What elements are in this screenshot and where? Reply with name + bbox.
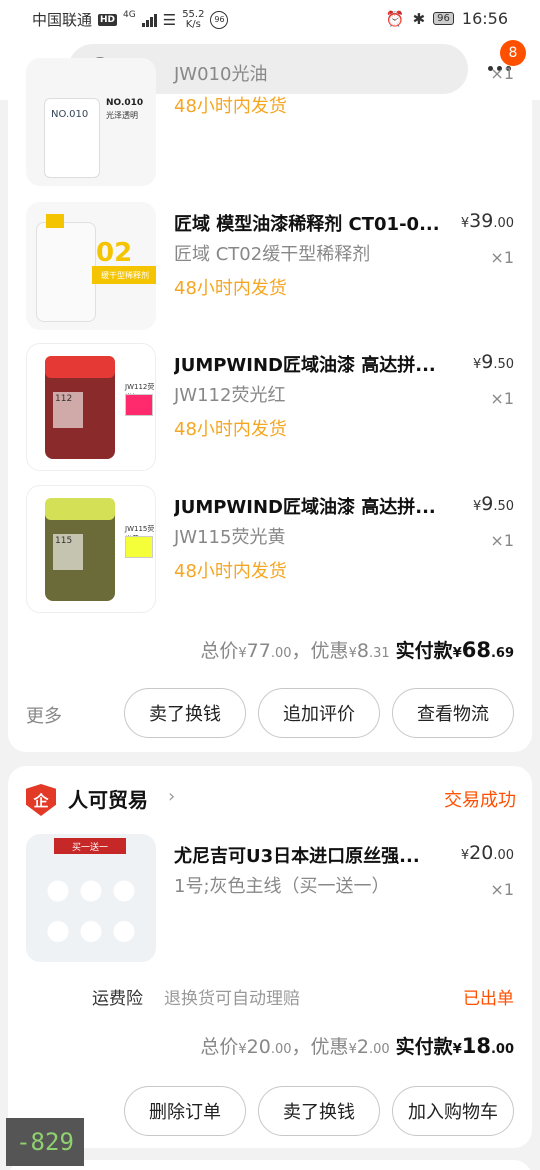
status-bar: 中国联通 HD 4G ☰ 55.2 K/s 96 ⏰ ✱ 96 16:56 [0, 0, 540, 38]
item-price: ¥9.50 [472, 351, 514, 373]
bluetooth-icon: ✱ [412, 9, 426, 28]
order-card-partial [8, 1160, 532, 1170]
clock: 16:56 [461, 9, 508, 28]
item-qty: ×1 [490, 389, 514, 408]
thumb-label: 买一送一 [54, 838, 126, 854]
paint-jar: 115 [45, 498, 115, 601]
claim-tag: 退换货可自动理赔 [164, 989, 300, 1009]
thumb-sub: 光泽透明 [106, 111, 138, 120]
wifi-icon: ☰ [162, 10, 177, 29]
jar-shape: NO.010 [44, 98, 100, 178]
ship-notice: 48小时内发货 [174, 278, 287, 299]
paid-amount: 实付款¥18.00 [395, 1034, 514, 1058]
paid-amount: 实付款¥68.69 [395, 638, 514, 662]
item-title: JUMPWIND匠域油漆 高达拼... [174, 355, 436, 376]
order-item[interactable]: NO.010 NO.010 光泽透明 JW010光油 48小时内发货 ×1 [8, 58, 532, 188]
more-link[interactable]: 更多 [26, 702, 62, 728]
item-title: 匠域 模型油漆稀释剂 CT01-0... [174, 214, 440, 235]
add-review-button[interactable]: 追加评价 [258, 688, 380, 738]
net-speed: 55.2 K/s [182, 8, 205, 30]
item-price: ¥20.00 [460, 842, 514, 864]
shop-header[interactable]: 企 人可贸易 › 交易成功 [26, 784, 516, 816]
order-status: 交易成功 [444, 790, 516, 811]
network-type: 4G [123, 9, 136, 20]
order-item[interactable]: 02 缓干型稀释剂 匠域 模型油漆稀释剂 CT01-0... ¥39.00 匠域… [8, 202, 532, 332]
sell-button[interactable]: 卖了换钱 [258, 1086, 380, 1136]
notification-count-icon: 96 [210, 10, 229, 29]
signal-icon [141, 13, 157, 27]
ship-notice: 48小时内发货 [174, 419, 287, 440]
ship-notice: 48小时内发货 [174, 96, 287, 117]
shop-logo-icon: 企 [26, 784, 56, 816]
product-thumbnail: 02 缓干型稀释剂 [26, 202, 156, 330]
view-logistics-button[interactable]: 查看物流 [392, 688, 514, 738]
item-qty: ×1 [490, 64, 514, 83]
item-spec: JW010光油 [174, 64, 268, 85]
item-qty: ×1 [490, 531, 514, 550]
delete-order-button[interactable]: 删除订单 [124, 1086, 246, 1136]
order-item[interactable]: 买一送一 尤尼吉可U3日本进口原丝强... ¥20.00 1号;灰色主线（买一送… [8, 834, 532, 964]
shipping-insurance-tag: 运费险 [92, 989, 143, 1009]
thumb-label: NO.010 [106, 98, 144, 108]
chevron-right-icon: › [168, 786, 176, 807]
order-totals: 总价¥20.00，优惠¥2.00 实付款¥18.00 [200, 1034, 514, 1058]
order-totals: 总价¥77.00，优惠¥8.31 实付款¥68.69 [200, 638, 514, 662]
item-spec: JW115荧光黄 [174, 527, 286, 548]
item-title: 尤尼吉可U3日本进口原丝强... [174, 846, 420, 867]
corner-overlay-label: -829 [6, 1118, 84, 1166]
item-qty: ×1 [490, 248, 514, 267]
order-card: 企 人可贸易 › 交易成功 买一送一 尤尼吉可U3日本进口原丝强... ¥20.… [8, 766, 532, 1148]
bottle-cap [46, 214, 64, 228]
order-actions: 更多 卖了换钱 追加评价 查看物流 [8, 688, 532, 738]
sell-button[interactable]: 卖了换钱 [124, 688, 246, 738]
item-spec: 匠域 CT02缓干型稀释剂 [174, 244, 371, 265]
order-actions: 删除订单 卖了换钱 加入购物车 [8, 1086, 532, 1136]
shop-name: 人可贸易 [68, 788, 148, 812]
paint-jar: 112 [45, 356, 115, 459]
order-card: NO.010 NO.010 光泽透明 JW010光油 48小时内发货 ×1 02… [8, 58, 532, 752]
thumb-label: 02 [96, 238, 133, 268]
shipped-tag: 已出单 [463, 989, 514, 1009]
jar-label: NO.010 [51, 109, 89, 120]
color-swatch [125, 394, 153, 416]
item-price: ¥39.00 [460, 210, 514, 232]
product-thumbnail: 买一送一 [26, 834, 156, 962]
item-title: JUMPWIND匠域油漆 高达拼... [174, 497, 436, 518]
item-spec: JW112荧光红 [174, 385, 286, 406]
bottle-shape [36, 222, 96, 322]
order-item[interactable]: 115 JW115荧光黄 JUMPWIND匠域油漆 高达拼... ¥9.50 J… [8, 485, 532, 615]
battery-icon: 96 [433, 12, 454, 25]
spool-grid [36, 864, 146, 954]
product-thumbnail: NO.010 NO.010 光泽透明 [26, 58, 156, 186]
thumb-sub: 缓干型稀释剂 [92, 266, 156, 284]
item-price: ¥9.50 [472, 493, 514, 515]
ship-notice: 48小时内发货 [174, 561, 287, 582]
carrier-label: 中国联通 [32, 11, 93, 29]
product-thumbnail: 112 JW112荧光红 [26, 343, 156, 471]
service-tags: 运费险 退换货可自动理赔 已出单 [8, 984, 532, 1012]
product-thumbnail: 115 JW115荧光黄 [26, 485, 156, 613]
item-spec: 1号;灰色主线（买一送一） [174, 876, 390, 897]
alarm-icon: ⏰ [385, 9, 405, 28]
hd-icon: HD [98, 13, 118, 26]
add-to-cart-button[interactable]: 加入购物车 [392, 1086, 514, 1136]
order-item[interactable]: 112 JW112荧光红 JUMPWIND匠域油漆 高达拼... ¥9.50 J… [8, 343, 532, 473]
color-swatch [125, 536, 153, 558]
item-qty: ×1 [490, 880, 514, 899]
